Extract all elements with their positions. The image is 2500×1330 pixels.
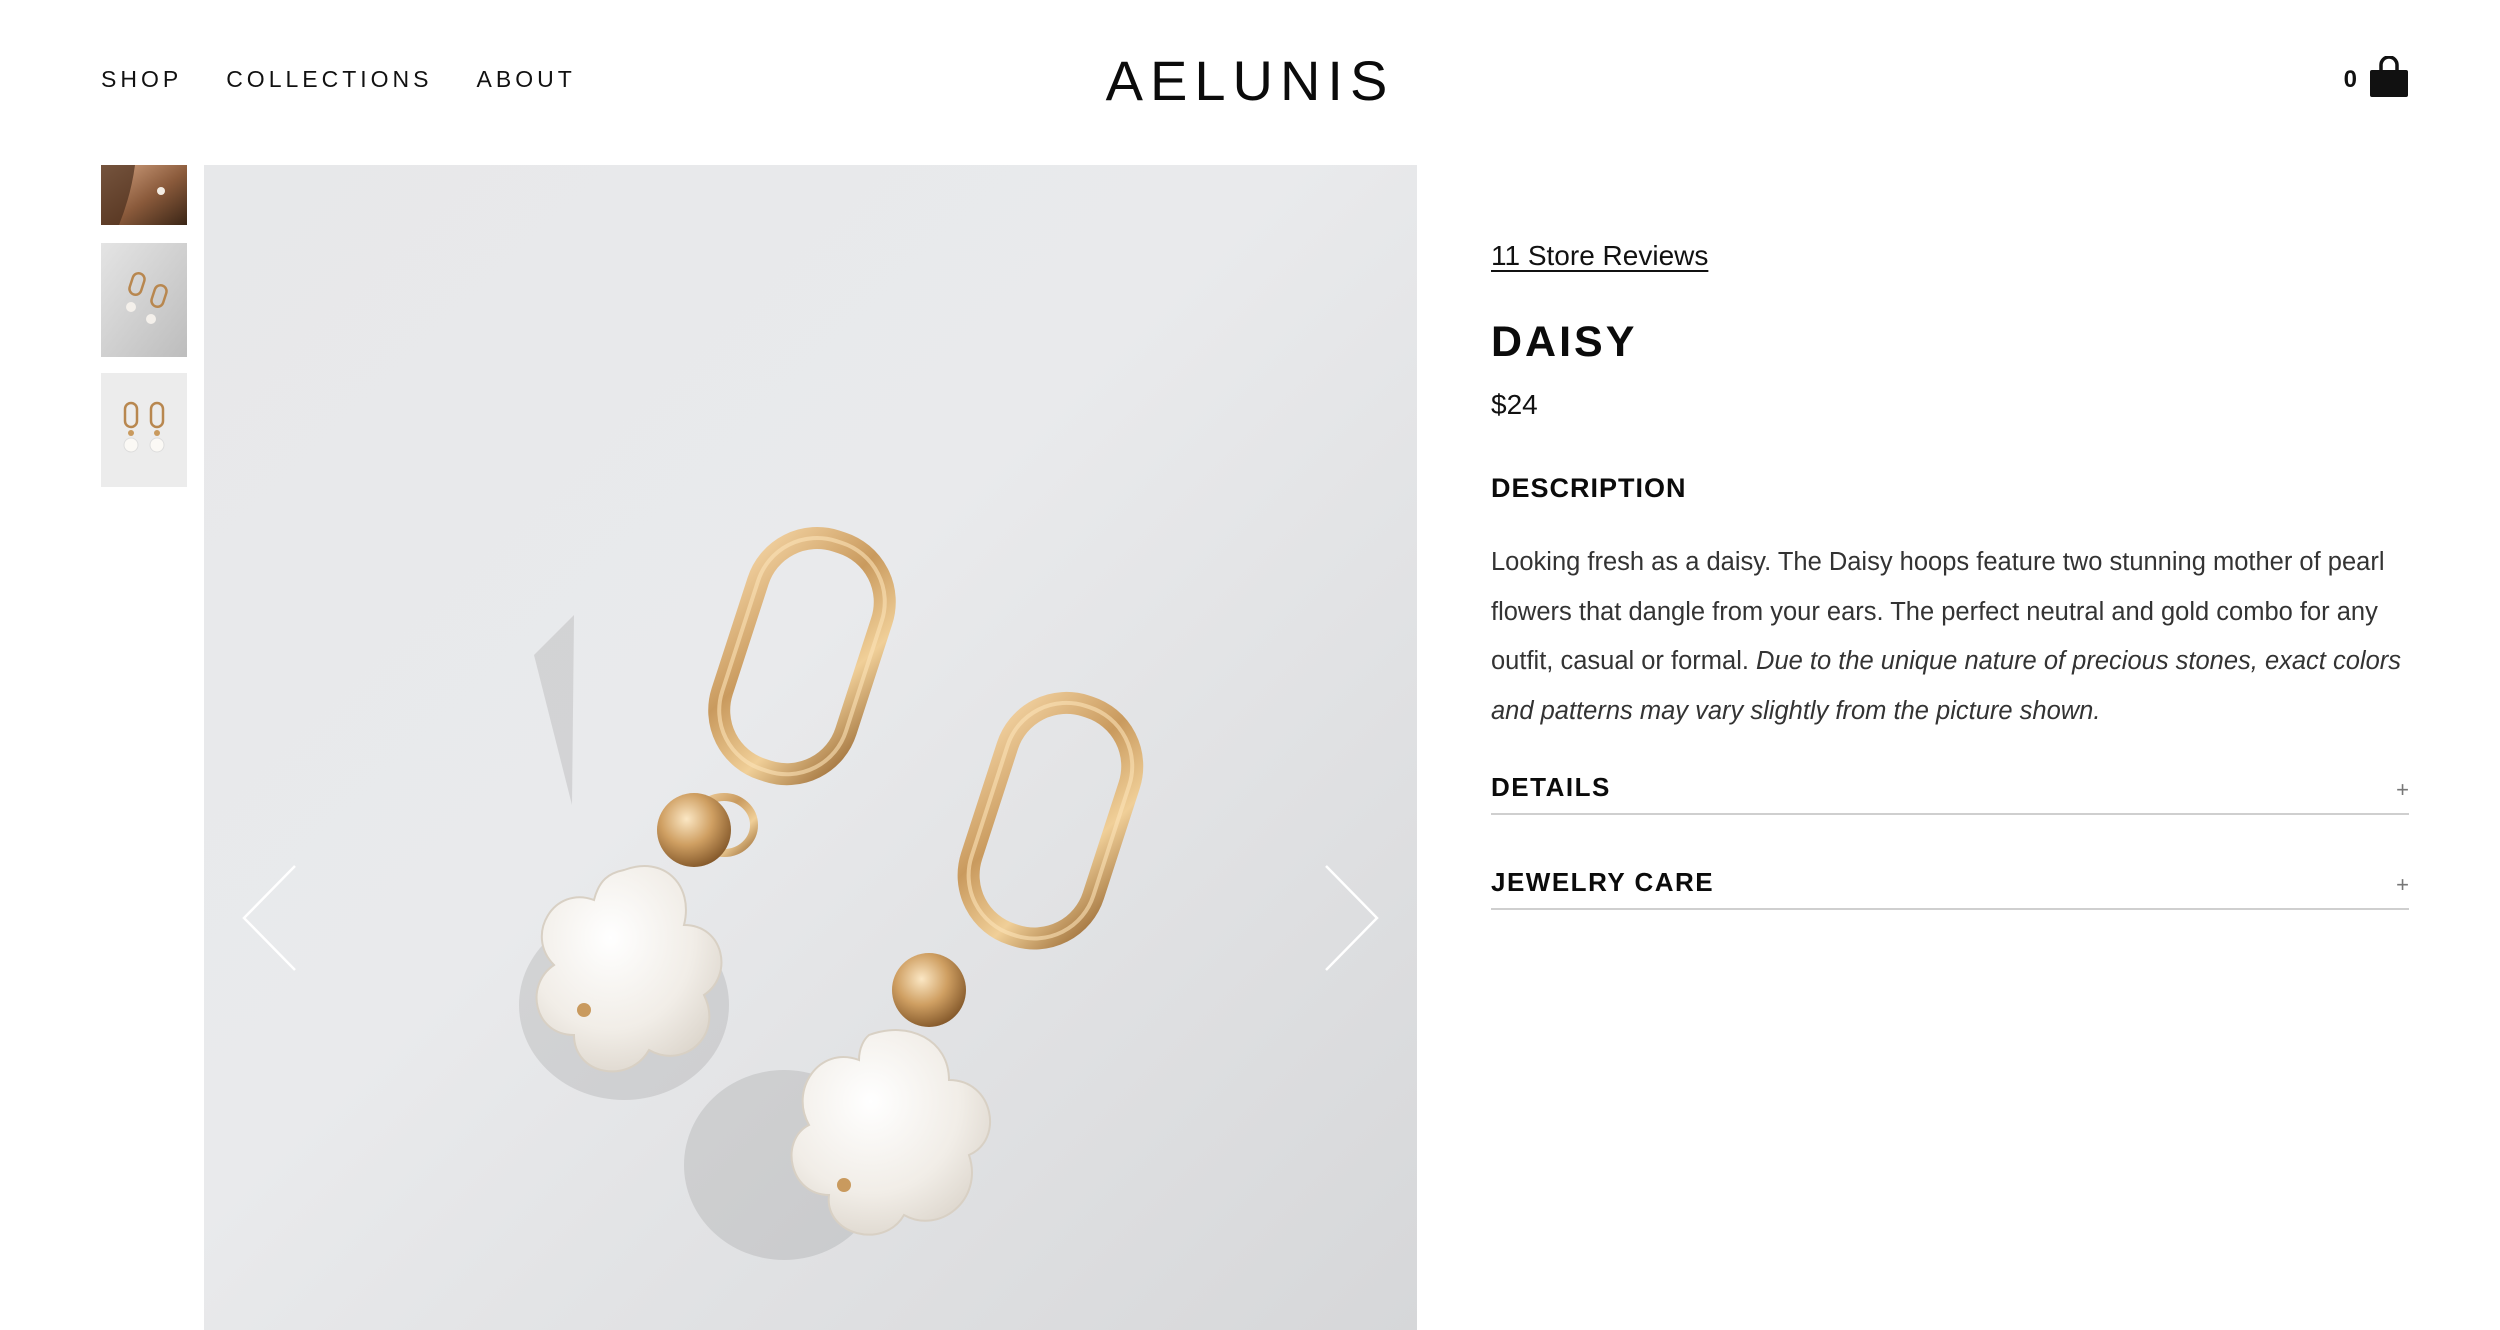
previous-image-button[interactable] (240, 863, 300, 973)
product-photo (204, 165, 1417, 1330)
chevron-left-icon (242, 865, 296, 971)
next-image-button[interactable] (1321, 863, 1381, 973)
details-accordion[interactable]: DETAILS + (1491, 758, 2409, 815)
plus-icon: + (2396, 777, 2409, 802)
store-reviews-link[interactable]: 11 Store Reviews (1491, 240, 1708, 272)
details-label: DETAILS (1491, 772, 1611, 802)
thumbnail-image (101, 165, 187, 225)
product-info: 11 Store Reviews DAISY $24 DESCRIPTION L… (1491, 240, 2409, 910)
store-logo[interactable]: AELUNIS (0, 48, 2500, 113)
thumbnail-image (101, 243, 187, 357)
shopping-bag-icon (2370, 56, 2408, 97)
product-price: $24 (1491, 389, 1538, 420)
thumbnail-3[interactable] (101, 373, 187, 487)
product-description: Looking fresh as a daisy. The Daisy hoop… (1491, 538, 2409, 736)
thumbnail-1[interactable] (101, 165, 187, 225)
cart-button[interactable]: 0 (2344, 56, 2409, 98)
cart-count: 0 (2343, 66, 2357, 93)
chevron-right-icon (1325, 865, 1379, 971)
product-title: DAISY (1491, 318, 1638, 366)
thumbnail-image (101, 373, 187, 487)
thumbnail-2[interactable] (101, 243, 187, 357)
jewelry-care-label: JEWELRY CARE (1491, 867, 1715, 897)
jewelry-care-accordion[interactable]: JEWELRY CARE + (1491, 815, 2409, 910)
description-heading: DESCRIPTION (1491, 473, 1687, 503)
site-header: SHOP COLLECTIONS ABOUT AELUNIS 0 (0, 0, 2500, 165)
plus-icon: + (2396, 872, 2409, 897)
product-main-image (204, 165, 1417, 1330)
